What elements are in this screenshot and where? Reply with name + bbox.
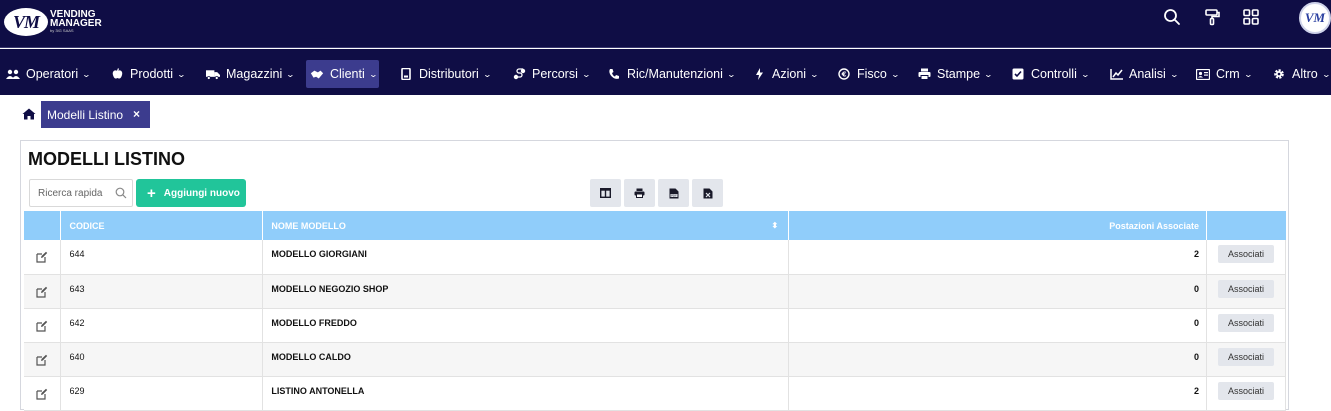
edit-icon[interactable]: [24, 308, 62, 343]
table-row: 644 MODELLO GIORGIANI 2 Associati: [24, 240, 1287, 275]
check-square-icon: [1011, 68, 1025, 80]
print-button[interactable]: [624, 179, 655, 207]
pdf-icon: PDF: [669, 188, 678, 198]
main-panel: MODELLI LISTINO Ricerca rapida + Aggiung…: [20, 140, 1289, 411]
users-icon: [6, 68, 20, 80]
bolt-icon: [752, 68, 766, 80]
cell-count: 0: [788, 308, 1207, 343]
nav-item-operatori[interactable]: Operatori ⌄: [2, 60, 94, 88]
print-icon: [634, 188, 645, 198]
edit-icon[interactable]: [24, 274, 62, 309]
tab-label: Modelli Listino: [47, 107, 124, 122]
cell-count: 0: [788, 342, 1207, 377]
add-new-label: Aggiungi nuovo: [163, 187, 240, 199]
sort-icon[interactable]: ⬍: [771, 221, 778, 230]
excel-export-button[interactable]: [692, 179, 723, 207]
logo-line-2: MANAGER: [50, 18, 102, 29]
avatar[interactable]: VM: [1299, 2, 1331, 34]
associati-button[interactable]: Associati: [1217, 347, 1274, 366]
svg-text:€: €: [841, 71, 847, 79]
chevron-down-icon: ⌄: [81, 69, 92, 79]
table-header-row: CODICE NOME MODELLO ⬍ Postazioni Associa…: [24, 211, 1286, 240]
app-logo[interactable]: VM VENDING MANAGER by 3IG SAAS: [4, 4, 102, 40]
paint-roller-icon[interactable]: [1201, 6, 1223, 28]
apps-grid-icon[interactable]: [1240, 6, 1262, 28]
cell-code: 644: [60, 240, 264, 275]
nav-item-controlli[interactable]: Controlli ⌄: [1007, 60, 1093, 88]
top-header: VM VENDING MANAGER by 3IG SAAS VM: [0, 0, 1331, 48]
header-edit: [24, 211, 62, 240]
add-new-button[interactable]: + Aggiungi nuovo: [136, 179, 246, 207]
cell-code: 643: [60, 274, 264, 309]
search-placeholder: Ricerca rapida: [38, 187, 103, 199]
nav-item-percorsi[interactable]: Percorsi ⌄: [508, 60, 594, 88]
nav-item-crm[interactable]: Crm ⌄: [1192, 60, 1255, 88]
tab-modelli-listino[interactable]: Modelli Listino ×: [41, 101, 150, 128]
euro-icon: €: [837, 68, 851, 80]
table-row: 643 MODELLO NEGOZIO SHOP 0 Associati: [24, 274, 1287, 309]
header-postazioni[interactable]: Postazioni Associate: [788, 211, 1207, 240]
truck-icon: [206, 68, 220, 80]
print-icon: [917, 68, 931, 80]
associati-button[interactable]: Associati: [1217, 381, 1274, 400]
header-codice[interactable]: CODICE: [60, 211, 264, 240]
nav-item-stampe[interactable]: Stampe ⌄: [913, 60, 996, 88]
nav-item-analisi[interactable]: Analisi ⌄: [1105, 60, 1182, 88]
cell-count: 2: [788, 240, 1207, 275]
plus-icon: +: [147, 184, 156, 202]
associati-button[interactable]: Associati: [1217, 245, 1274, 263]
search-input[interactable]: Ricerca rapida: [29, 179, 133, 207]
search-icon: [115, 187, 127, 199]
edit-icon[interactable]: [24, 240, 62, 275]
columns-button[interactable]: [590, 179, 621, 207]
table-row: 642 MODELLO FREDDO 0 Associati: [24, 308, 1287, 343]
pdf-export-button[interactable]: PDF: [658, 179, 689, 207]
edit-icon[interactable]: [24, 342, 62, 377]
svg-text:PDF: PDF: [671, 193, 677, 197]
handshake-icon: [310, 68, 324, 80]
nav-item-fisco[interactable]: € Fisco ⌄: [833, 60, 903, 88]
nav-item-distributori[interactable]: Distributori ⌄: [395, 60, 494, 88]
phone-icon: [607, 68, 621, 80]
nav-item-ric-manutenzioni[interactable]: Ric/Manutenzioni ⌄: [603, 60, 739, 88]
excel-icon: [703, 188, 712, 198]
main-nav: Operatori ⌄ Prodotti ⌄ Magazzini ⌄ Clienti ⌄…: [0, 49, 1331, 95]
cell-name: MODELLO FREDDO: [262, 308, 790, 343]
header-actions: [1206, 211, 1286, 240]
avatar-text: VM: [1304, 10, 1326, 25]
page-title: MODELLI LISTINO: [28, 149, 185, 169]
cell-name: MODELLO CALDO: [262, 342, 790, 377]
nav-item-prodotti[interactable]: Prodotti ⌄: [106, 60, 189, 88]
table-row: 640 MODELLO CALDO 0 Associati: [24, 342, 1287, 377]
close-icon[interactable]: ×: [133, 107, 140, 121]
associati-button[interactable]: Associati: [1217, 279, 1274, 298]
gear-icon: [1272, 68, 1286, 80]
apple-icon: [110, 68, 124, 80]
cell-code: 642: [60, 308, 264, 343]
cell-code: 640: [60, 342, 264, 377]
cell-name: MODELLO GIORGIANI: [262, 240, 790, 275]
id-card-icon: [1196, 68, 1210, 80]
nav-item-altro[interactable]: Altro ⌄: [1268, 60, 1331, 88]
logo-badge: VM: [4, 8, 48, 36]
columns-icon: [600, 188, 611, 198]
header-nome-modello[interactable]: NOME MODELLO ⬍: [262, 211, 790, 240]
home-icon[interactable]: [22, 107, 36, 120]
machine-icon: [399, 68, 413, 80]
models-table: CODICE NOME MODELLO ⬍ Postazioni Associa…: [24, 211, 1287, 411]
route-icon: [512, 68, 526, 80]
chart-icon: [1109, 68, 1123, 80]
nav-item-azioni[interactable]: Azioni ⌄: [748, 60, 822, 88]
search-icon[interactable]: [1161, 6, 1183, 28]
associati-button[interactable]: Associati: [1217, 313, 1274, 332]
nav-item-magazzini[interactable]: Magazzini ⌄: [202, 60, 298, 88]
cell-count: 0: [788, 274, 1207, 309]
cell-name: MODELLO NEGOZIO SHOP: [262, 274, 790, 309]
nav-item-clienti[interactable]: Clienti ⌄: [306, 60, 379, 88]
